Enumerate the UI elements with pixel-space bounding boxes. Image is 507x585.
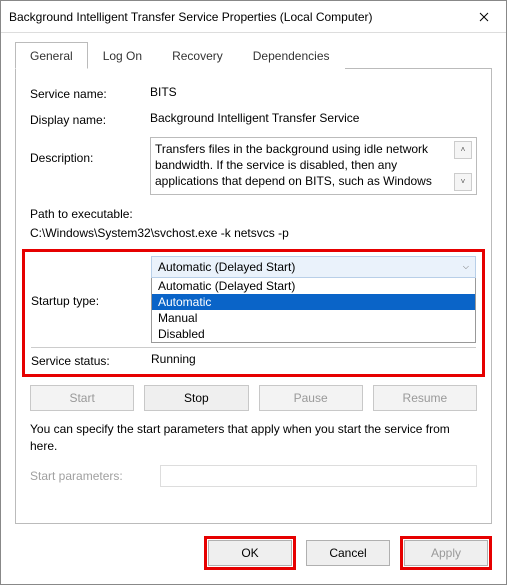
startup-option-manual[interactable]: Manual <box>152 310 475 326</box>
service-status-label: Service status: <box>31 352 151 368</box>
titlebar: Background Intelligent Transfer Service … <box>1 1 506 33</box>
service-name-value: BITS <box>150 85 477 101</box>
chevron-up-icon: ˄ <box>461 145 466 154</box>
path-label: Path to executable: <box>30 205 477 224</box>
ok-highlight: OK <box>204 536 296 570</box>
startup-option-disabled[interactable]: Disabled <box>152 326 475 342</box>
tab-general[interactable]: General <box>15 42 88 69</box>
close-icon <box>479 12 489 22</box>
apply-button[interactable]: Apply <box>404 540 488 566</box>
tab-recovery[interactable]: Recovery <box>157 42 238 69</box>
tab-logon[interactable]: Log On <box>88 42 157 69</box>
close-button[interactable] <box>462 1 506 33</box>
chevron-down-icon: ˅ <box>461 177 466 186</box>
dialog-content: General Log On Recovery Dependencies Ser… <box>1 33 506 524</box>
startup-highlight: Startup type: Automatic (Delayed Start) … <box>22 249 485 377</box>
display-name-value: Background Intelligent Transfer Service <box>150 111 477 127</box>
startup-combo-display[interactable]: Automatic (Delayed Start) ⌵ <box>151 256 476 278</box>
start-parameters-input[interactable] <box>160 465 477 487</box>
path-value: C:\Windows\System32\svchost.exe -k netsv… <box>30 224 477 243</box>
service-name-label: Service name: <box>30 85 150 101</box>
chevron-down-icon: ⌵ <box>463 262 469 272</box>
scroll-up-button[interactable]: ˄ <box>454 141 472 159</box>
resume-button[interactable]: Resume <box>373 385 477 411</box>
startup-combo-value: Automatic (Delayed Start) <box>158 260 295 274</box>
startup-type-combo[interactable]: Automatic (Delayed Start) ⌵ Automatic (D… <box>151 256 476 343</box>
tab-dependencies[interactable]: Dependencies <box>238 42 345 69</box>
start-parameters-note: You can specify the start parameters tha… <box>30 421 477 455</box>
tab-strip: General Log On Recovery Dependencies <box>15 41 492 68</box>
service-properties-dialog: Background Intelligent Transfer Service … <box>0 0 507 585</box>
start-parameters-label: Start parameters: <box>30 469 160 483</box>
cancel-button[interactable]: Cancel <box>306 540 390 566</box>
service-status-value: Running <box>151 352 196 368</box>
description-text: Transfers files in the background using … <box>155 141 454 191</box>
apply-highlight: Apply <box>400 536 492 570</box>
pause-button[interactable]: Pause <box>259 385 363 411</box>
service-control-buttons: Start Stop Pause Resume <box>30 385 477 411</box>
startup-option-auto-delayed[interactable]: Automatic (Delayed Start) <box>152 278 475 294</box>
stop-button[interactable]: Stop <box>144 385 248 411</box>
description-label: Description: <box>30 137 150 195</box>
display-name-label: Display name: <box>30 111 150 127</box>
dialog-footer: OK Cancel Apply <box>1 524 506 584</box>
description-box: Transfers files in the background using … <box>150 137 477 195</box>
ok-button[interactable]: OK <box>208 540 292 566</box>
startup-type-label: Startup type: <box>31 292 151 308</box>
startup-combo-dropdown: Automatic (Delayed Start) Automatic Manu… <box>151 278 476 343</box>
window-title: Background Intelligent Transfer Service … <box>9 10 462 24</box>
scroll-down-button[interactable]: ˅ <box>454 173 472 191</box>
startup-option-automatic[interactable]: Automatic <box>152 294 475 310</box>
tabpanel-general: Service name: BITS Display name: Backgro… <box>15 68 492 524</box>
start-button[interactable]: Start <box>30 385 134 411</box>
description-scrollbar: ˄ ˅ <box>454 141 472 191</box>
divider <box>31 347 476 348</box>
